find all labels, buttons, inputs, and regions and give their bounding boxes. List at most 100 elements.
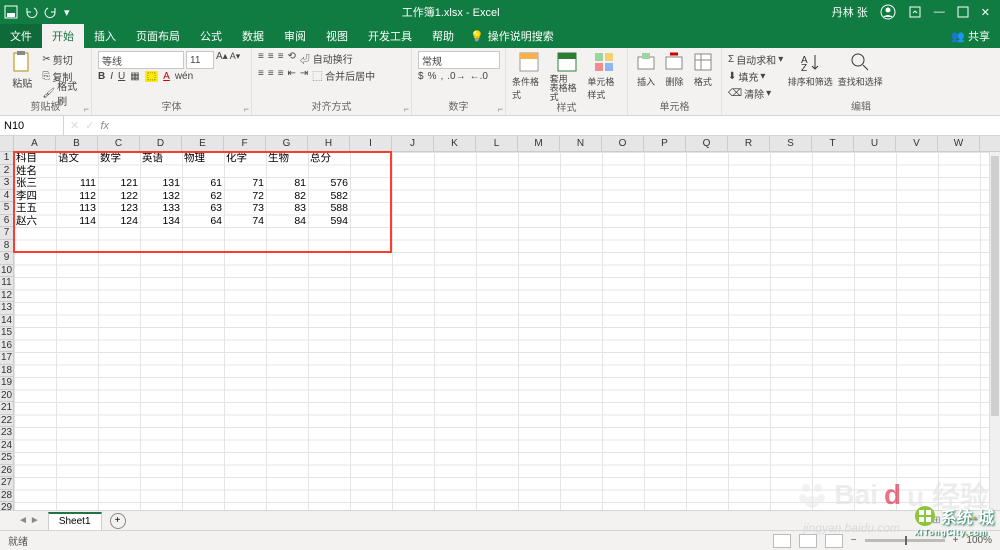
tab-home[interactable]: 开始 xyxy=(42,24,84,48)
col-header[interactable]: N xyxy=(560,136,602,151)
row-header[interactable]: 7 xyxy=(0,227,13,240)
insert-cells-button[interactable]: 插入 xyxy=(634,51,658,88)
cell[interactable]: 131 xyxy=(140,177,182,190)
row-headers[interactable]: 1234567891011121314151617181920212223242… xyxy=(0,152,14,510)
cell[interactable]: 化学 xyxy=(224,152,266,165)
align-left-icon[interactable]: ≡ xyxy=(258,68,264,83)
column-headers[interactable]: ABCDEFGHIJKLMNOPQRSTUVW xyxy=(0,136,1000,152)
bold-button[interactable]: B xyxy=(98,71,105,82)
cell[interactable]: 84 xyxy=(266,215,308,228)
col-header[interactable]: C xyxy=(98,136,140,151)
row-header[interactable]: 17 xyxy=(0,352,13,365)
col-header[interactable]: G xyxy=(266,136,308,151)
row-header[interactable]: 21 xyxy=(0,402,13,415)
sheet-next-icon[interactable]: ► xyxy=(30,515,40,526)
row-header[interactable]: 10 xyxy=(0,265,13,278)
col-header[interactable]: B xyxy=(56,136,98,151)
format-painter-button[interactable]: 🖌格式刷 xyxy=(42,85,85,101)
scrollbar-thumb[interactable] xyxy=(991,156,999,416)
col-header[interactable]: V xyxy=(896,136,938,151)
tab-review[interactable]: 审阅 xyxy=(274,24,316,48)
col-header[interactable]: J xyxy=(392,136,434,151)
confirm-icon[interactable]: ✓ xyxy=(85,119,94,132)
col-header[interactable]: R xyxy=(728,136,770,151)
row-header[interactable]: 13 xyxy=(0,302,13,315)
row-header[interactable]: 5 xyxy=(0,202,13,215)
col-header[interactable]: P xyxy=(644,136,686,151)
row-header[interactable]: 22 xyxy=(0,415,13,428)
cell[interactable]: 81 xyxy=(266,177,308,190)
cell[interactable]: 74 xyxy=(224,215,266,228)
cell[interactable]: 576 xyxy=(308,177,350,190)
row-header[interactable]: 8 xyxy=(0,240,13,253)
redo-icon[interactable] xyxy=(44,5,58,19)
maximize-icon[interactable] xyxy=(957,6,969,18)
tab-dev[interactable]: 开发工具 xyxy=(358,24,422,48)
font-color-button[interactable]: A xyxy=(163,71,170,82)
indent-dec-icon[interactable]: ⇤ xyxy=(288,68,296,83)
row-header[interactable]: 18 xyxy=(0,365,13,378)
row-header[interactable]: 28 xyxy=(0,490,13,503)
font-size-select[interactable]: 11 xyxy=(186,51,214,69)
phonetic-button[interactable]: wén xyxy=(175,71,193,82)
cell[interactable]: 李四 xyxy=(14,190,56,203)
increase-font-icon[interactable]: A▴ xyxy=(216,51,228,69)
clear-button[interactable]: ⌫清除 ▾ xyxy=(728,85,783,101)
table-format-button[interactable]: 套用 表格格式 xyxy=(550,51,584,102)
row-header[interactable]: 23 xyxy=(0,427,13,440)
cond-format-button[interactable]: 条件格式 xyxy=(512,51,546,101)
row-header[interactable]: 14 xyxy=(0,315,13,328)
cell[interactable]: 张三 xyxy=(14,177,56,190)
number-format-select[interactable]: 常规 xyxy=(418,51,500,69)
cell[interactable]: 语文 xyxy=(56,152,98,165)
cell-styles-button[interactable]: 单元格样式 xyxy=(587,51,621,101)
italic-button[interactable]: I xyxy=(110,71,113,82)
row-header[interactable]: 20 xyxy=(0,390,13,403)
cell[interactable]: 132 xyxy=(140,190,182,203)
cell[interactable]: 133 xyxy=(140,202,182,215)
inc-decimal-icon[interactable]: .0→ xyxy=(447,71,465,82)
ribbon-options-icon[interactable] xyxy=(908,5,922,19)
cancel-icon[interactable]: ✕ xyxy=(70,119,79,132)
autosum-button[interactable]: Σ自动求和 ▾ xyxy=(728,51,783,67)
sort-filter-button[interactable]: AZ排序和筛选 xyxy=(787,51,833,88)
dec-decimal-icon[interactable]: ←.0 xyxy=(470,71,488,82)
merge-button[interactable]: ⬚ 合并后居中 xyxy=(312,68,375,83)
cell[interactable]: 588 xyxy=(308,202,350,215)
row-header[interactable]: 26 xyxy=(0,465,13,478)
cell[interactable]: 生物 xyxy=(266,152,308,165)
col-header[interactable]: F xyxy=(224,136,266,151)
comma-icon[interactable]: , xyxy=(440,71,443,82)
cell[interactable]: 63 xyxy=(182,202,224,215)
paste-button[interactable]: 粘贴 xyxy=(6,51,38,90)
col-header[interactable]: W xyxy=(938,136,980,151)
find-select-button[interactable]: 查找和选择 xyxy=(837,51,883,88)
launcher-icon[interactable]: ⌐ xyxy=(244,104,249,114)
align-top-icon[interactable]: ≡ xyxy=(258,51,264,66)
cell[interactable]: 582 xyxy=(308,190,350,203)
cell[interactable]: 594 xyxy=(308,215,350,228)
col-header[interactable]: A xyxy=(14,136,56,151)
cell[interactable]: 姓名 xyxy=(14,165,56,178)
row-header[interactable]: 4 xyxy=(0,190,13,203)
cell[interactable]: 113 xyxy=(56,202,98,215)
col-header[interactable]: M xyxy=(518,136,560,151)
col-header[interactable]: E xyxy=(182,136,224,151)
cell[interactable]: 114 xyxy=(56,215,98,228)
cell[interactable]: 王五 xyxy=(14,202,56,215)
font-name-select[interactable]: 等线 xyxy=(98,51,184,69)
minimize-icon[interactable]: ― xyxy=(934,6,945,18)
tab-data[interactable]: 数据 xyxy=(232,24,274,48)
select-all-corner[interactable] xyxy=(0,136,14,151)
row-header[interactable]: 27 xyxy=(0,477,13,490)
row-header[interactable]: 6 xyxy=(0,215,13,228)
align-right-icon[interactable]: ≡ xyxy=(278,68,284,83)
cell[interactable]: 总分 xyxy=(308,152,350,165)
col-header[interactable]: L xyxy=(476,136,518,151)
row-header[interactable]: 9 xyxy=(0,252,13,265)
tab-formulas[interactable]: 公式 xyxy=(190,24,232,48)
align-middle-icon[interactable]: ≡ xyxy=(268,51,274,66)
cell[interactable]: 112 xyxy=(56,190,98,203)
launcher-icon[interactable]: ⌐ xyxy=(84,104,89,114)
share-button[interactable]: 👥 共享 xyxy=(941,24,1000,48)
